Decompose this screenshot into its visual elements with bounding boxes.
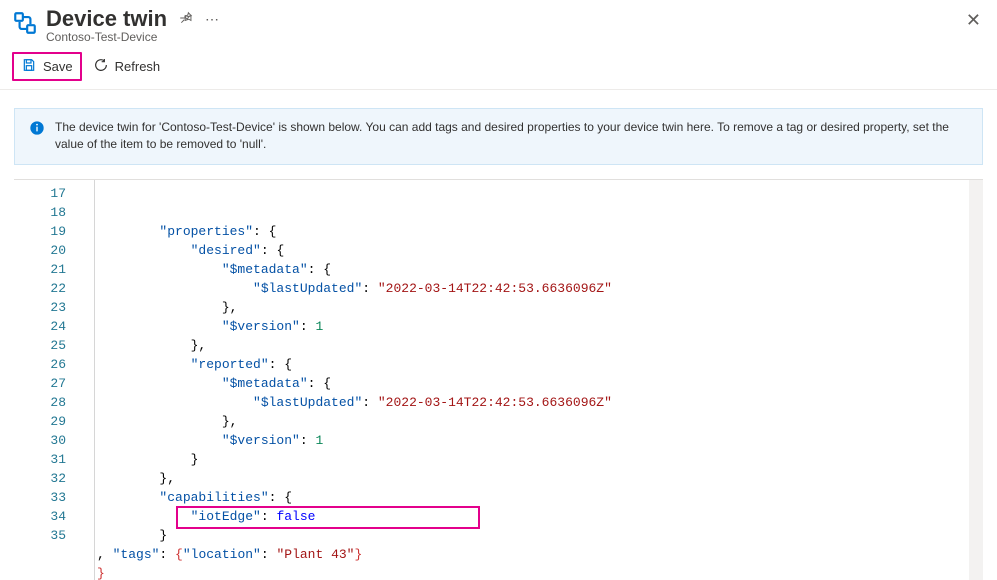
page-title: Device twin — [46, 6, 167, 32]
save-button[interactable]: Save — [12, 52, 82, 81]
info-banner: The device twin for 'Contoso-Test-Device… — [14, 108, 983, 165]
fold-column — [80, 180, 95, 580]
device-twin-icon — [12, 10, 38, 36]
panel-header: Device twin ⋯ Contoso-Test-Device ✕ — [0, 0, 997, 44]
more-icon[interactable]: ⋯ — [205, 11, 219, 28]
line-gutter: 17181920212223242526272829303132333435 — [14, 180, 86, 580]
page-subtitle: Contoso-Test-Device — [46, 30, 962, 44]
save-icon — [21, 57, 37, 76]
code-area[interactable]: "properties": { "desired": { "$metadata"… — [97, 180, 983, 580]
save-label: Save — [43, 59, 73, 74]
info-icon — [29, 120, 45, 136]
pin-icon[interactable] — [179, 11, 193, 28]
toolbar: Save Refresh — [0, 44, 997, 90]
info-text: The device twin for 'Contoso-Test-Device… — [55, 119, 968, 154]
close-button[interactable]: ✕ — [962, 6, 985, 35]
refresh-label: Refresh — [115, 59, 161, 74]
refresh-button[interactable]: Refresh — [86, 54, 168, 79]
json-editor[interactable]: 17181920212223242526272829303132333435 "… — [14, 179, 983, 580]
refresh-icon — [93, 57, 109, 76]
scrollbar[interactable] — [969, 180, 983, 580]
